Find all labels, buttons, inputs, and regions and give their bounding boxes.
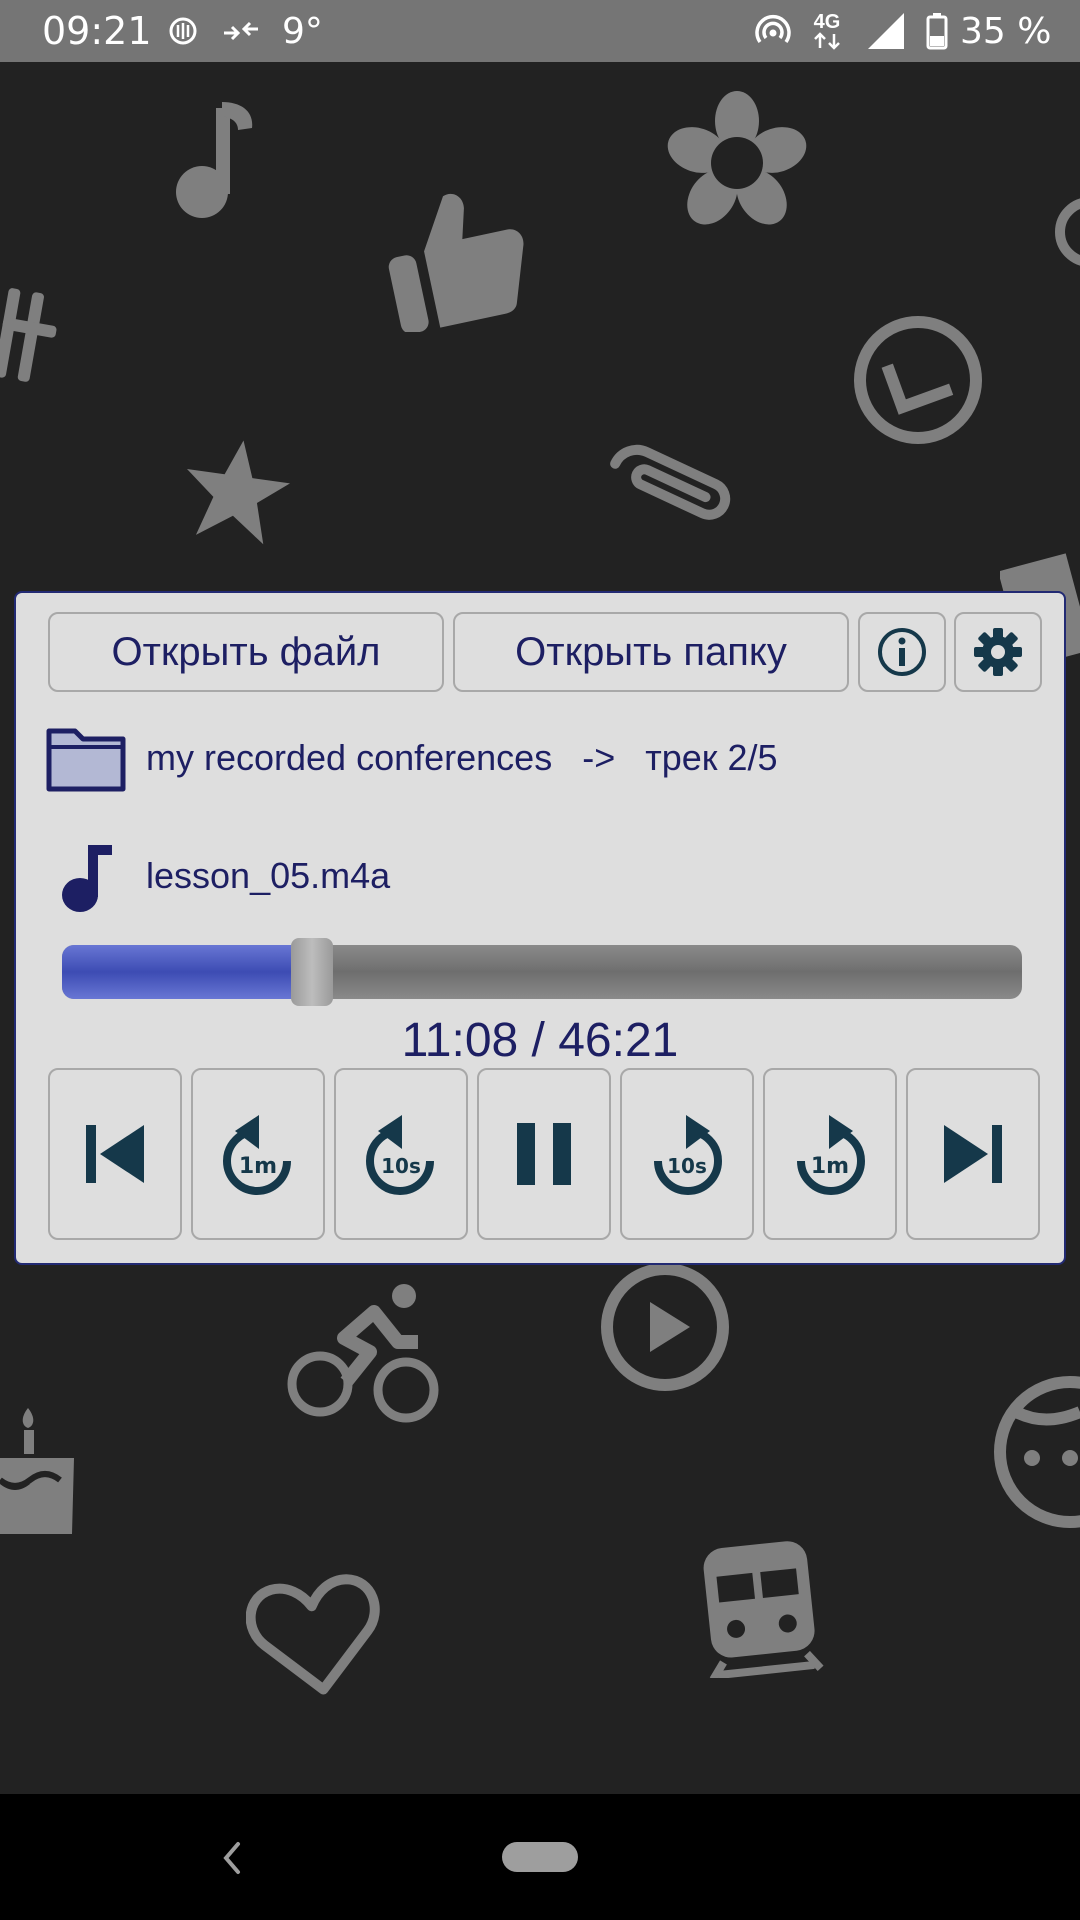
folder-icon: [46, 728, 126, 792]
network-type: 4G: [813, 11, 841, 33]
clock-icon: [854, 316, 982, 444]
data-saver-icon: [222, 0, 260, 62]
track-counter: трек 2/5: [645, 737, 778, 778]
folder-name: my recorded conferences: [146, 737, 553, 778]
skip-previous-icon: [86, 1125, 144, 1183]
flower-icon: [667, 91, 807, 225]
hotspot-icon: [754, 0, 792, 62]
face-icon: [994, 1376, 1080, 1528]
battery-percent: 35 %: [960, 10, 1052, 52]
open-folder-label: Открыть папку: [515, 629, 787, 674]
seek-bar-thumb[interactable]: [291, 938, 333, 1006]
next-track-button[interactable]: [906, 1068, 1040, 1240]
pause-icon: [517, 1123, 571, 1185]
replay-10s-icon: 10s: [366, 1115, 434, 1195]
seek-bar-progress: [62, 945, 292, 999]
status-temperature: 9°: [282, 10, 323, 52]
pause-button[interactable]: [477, 1068, 611, 1240]
forward-1m-icon: 1m: [797, 1115, 865, 1195]
music-note-icon: [62, 845, 112, 912]
music-note-icon: [176, 102, 253, 218]
gear-icon: [974, 628, 1022, 676]
rewind-10s-label: 10s: [381, 1154, 421, 1178]
forward-10s-icon: 10s: [654, 1115, 722, 1195]
forward-1m-button[interactable]: 1m: [763, 1068, 897, 1240]
rewind-1m-button[interactable]: 1m: [191, 1068, 325, 1240]
file-name: lesson_05.m4a: [146, 855, 391, 896]
arrow-separator: ->: [582, 737, 616, 778]
skip-next-icon: [944, 1125, 1002, 1183]
navigation-bar: [0, 1794, 1080, 1920]
circle-icon: [1055, 198, 1080, 266]
star-icon: [187, 440, 290, 545]
fork-knife-icon: [0, 288, 57, 382]
back-icon[interactable]: [218, 1838, 248, 1878]
network-indicator: 4G: [812, 0, 842, 62]
thumb-up-icon: [388, 193, 524, 332]
open-file-button[interactable]: Открыть файл: [48, 612, 444, 692]
rewind-10s-button[interactable]: 10s: [334, 1068, 468, 1240]
home-pill[interactable]: [502, 1842, 578, 1872]
bicycle-icon: [287, 1284, 439, 1423]
forward-10s-label: 10s: [667, 1154, 707, 1178]
open-folder-button[interactable]: Открыть папку: [453, 612, 849, 692]
forward-10s-button[interactable]: 10s: [620, 1068, 754, 1240]
paperclip-icon: [610, 444, 731, 520]
status-time: 09:21: [42, 9, 152, 53]
rewind-1m-label: 1m: [239, 1154, 277, 1179]
replay-1m-icon: 1m: [223, 1115, 291, 1195]
settings-button[interactable]: [954, 612, 1042, 692]
cake-icon: [0, 1408, 74, 1534]
status-bar: 09:21 9° 4G 35 %: [0, 0, 1080, 62]
info-button[interactable]: [858, 612, 946, 692]
player-panel: Открыть файл Открыть папку my recorded c…: [14, 591, 1066, 1265]
time-display: 11:08 / 46:21: [401, 1014, 679, 1067]
train-icon: [703, 1541, 824, 1678]
open-file-label: Открыть файл: [111, 629, 381, 674]
vpn-icon: [168, 0, 198, 62]
forward-1m-label: 1m: [811, 1154, 849, 1179]
heart-icon: [246, 1574, 380, 1695]
info-icon: [878, 628, 926, 676]
folder-path-row: my recorded conferences -> трек 2/5: [146, 737, 778, 779]
seek-bar[interactable]: [62, 945, 1022, 999]
signal-icon: [866, 0, 906, 62]
play-circle-icon: [601, 1263, 729, 1391]
battery-icon: [926, 0, 948, 62]
previous-track-button[interactable]: [48, 1068, 182, 1240]
